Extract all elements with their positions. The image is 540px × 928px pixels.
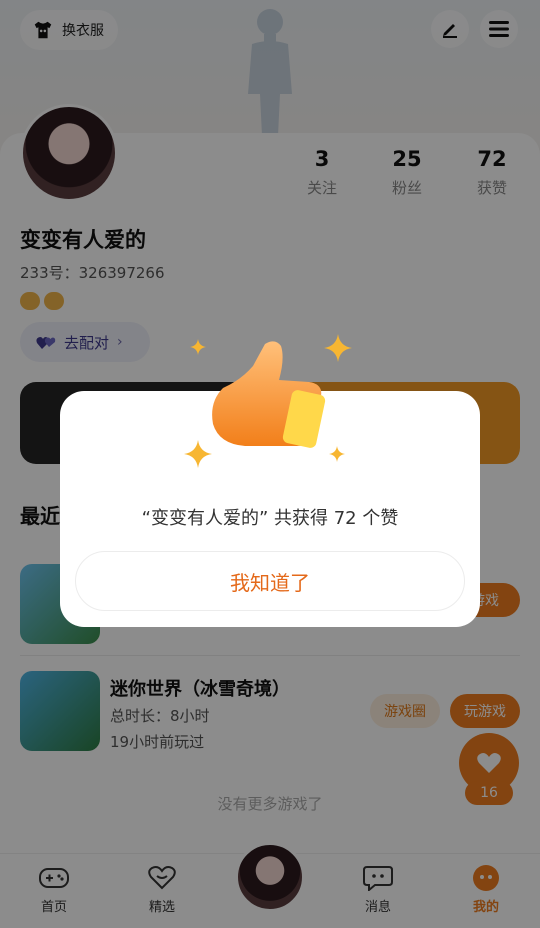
thumbs-up-icon: [212, 341, 326, 448]
profile-page: 换衣服 3 关注 25 粉丝 72 获赞 变变有人爱的 233号：3263972…: [0, 0, 540, 928]
sparkle-icon: [184, 440, 212, 468]
sparkle-icon: [324, 334, 352, 362]
got-it-button[interactable]: 我知道了: [75, 551, 465, 611]
sparkle-icon: [190, 339, 206, 355]
sparkle-icon: [329, 446, 345, 462]
dialog-message: “变变有人爱的” 共获得 72 个赞: [141, 508, 399, 529]
